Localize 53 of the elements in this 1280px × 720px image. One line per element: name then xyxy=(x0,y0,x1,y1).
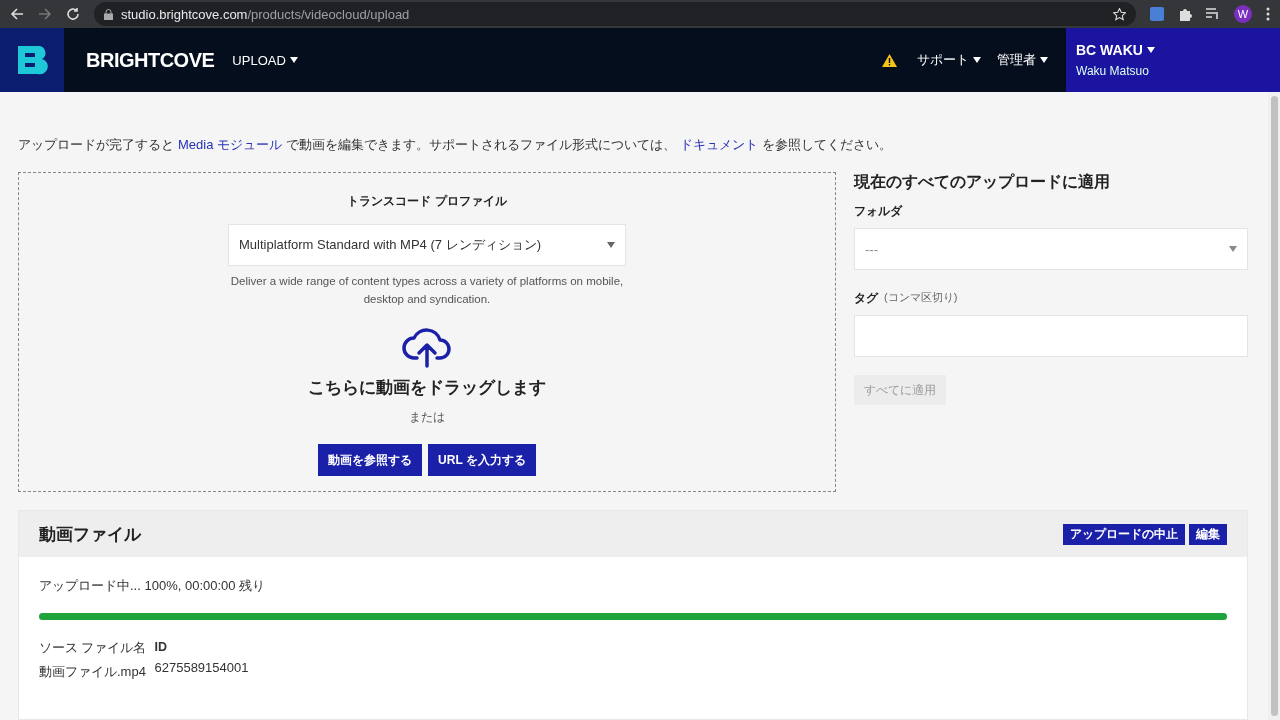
user-name: Waku Matsuo xyxy=(1076,64,1150,78)
star-icon[interactable] xyxy=(1113,7,1126,21)
doc-link[interactable]: ドキュメント xyxy=(680,137,759,152)
action-button[interactable]: 編集 xyxy=(1189,523,1227,545)
brand-wordmark: BRIGHTCOVE xyxy=(86,48,215,72)
card-title: 動画ファイル xyxy=(39,523,141,546)
caret-icon xyxy=(973,57,981,63)
scrollbar[interactable] xyxy=(1268,92,1280,720)
logo-tile[interactable] xyxy=(0,28,64,92)
caret-icon xyxy=(1040,57,1048,63)
profile-label: トランスコード プロファイル xyxy=(347,193,507,210)
upload-button[interactable]: URL を入力する xyxy=(428,444,536,476)
puzzle-icon[interactable] xyxy=(1178,7,1192,21)
module-menu[interactable]: UPLOAD xyxy=(224,28,306,92)
intro-text: アップロードが完了すると Media モジュール で動画を編集できます。サポートされるファイル形式については、 ドキュメント を参照してください。 xyxy=(18,136,894,154)
account-menu[interactable]: BC WAKU xyxy=(1076,42,1155,58)
caret-icon xyxy=(289,57,298,63)
column-value: 6275589154001 xyxy=(154,660,249,675)
drop-text: こちらに動画をドラッグします xyxy=(308,377,546,399)
logo-icon xyxy=(15,43,49,77)
more-icon[interactable] xyxy=(1266,7,1270,21)
action-button[interactable]: アップロードの中止 xyxy=(1063,523,1185,545)
playlist-icon[interactable] xyxy=(1206,8,1220,20)
back-icon[interactable] xyxy=(10,7,24,21)
cloud-upload-icon xyxy=(402,326,452,368)
section-title: 現在のすべてのアップロードに適用 xyxy=(854,172,1111,192)
column-heading: ソース ファイル名 xyxy=(39,640,147,657)
folder-label: フォルダ xyxy=(854,203,904,220)
tags-hint: (コンマ区切り) xyxy=(884,290,958,305)
lock-icon xyxy=(104,8,113,20)
profile-description: Deliver a wide range of content types across a variety of platforms on mobile, desktop and syndication. xyxy=(229,274,625,307)
caret-icon xyxy=(1146,47,1155,53)
column-heading: ID xyxy=(154,640,168,654)
upload-status: アップロード中... 100%, 00:00:00 残り xyxy=(39,577,267,595)
folder-select[interactable]: --- xyxy=(854,228,1248,270)
url-text: studio.brightcove.com/products/videocloud/upload xyxy=(121,6,410,22)
drop-zone[interactable]: トランスコード プロファイル Multiplatform Standard with MP4 (7 レンディション) Deliver a wide range of content types across a variety of platforms on mobile, desktop and syndication. こちらに動画をドラッグします または 動画を参照する URL を入力する xyxy=(18,172,836,492)
column-value: 動画ファイル.mp4 xyxy=(39,663,147,681)
upload-button[interactable]: 動画を参照する xyxy=(318,444,423,476)
nav-menu[interactable]: サポート xyxy=(909,28,989,92)
profile-select[interactable]: Multiplatform Standard with MP4 (7 レンディション) xyxy=(228,224,626,266)
caret-icon xyxy=(607,242,615,248)
warning-icon[interactable] xyxy=(882,53,897,67)
forward-icon[interactable] xyxy=(38,7,52,21)
or-text: または xyxy=(409,409,445,426)
profile-avatar[interactable]: W xyxy=(1234,5,1252,23)
tags-label: タグ xyxy=(854,290,878,307)
reload-icon[interactable] xyxy=(66,7,80,21)
tags-field[interactable] xyxy=(854,315,1248,357)
doc-link[interactable]: Media モジュール xyxy=(178,137,283,152)
address-bar[interactable]: studio.brightcove.com/products/videocloud/upload xyxy=(94,2,1136,26)
nav-menu[interactable]: 管理者 xyxy=(989,28,1056,92)
caret-icon xyxy=(1229,246,1237,252)
